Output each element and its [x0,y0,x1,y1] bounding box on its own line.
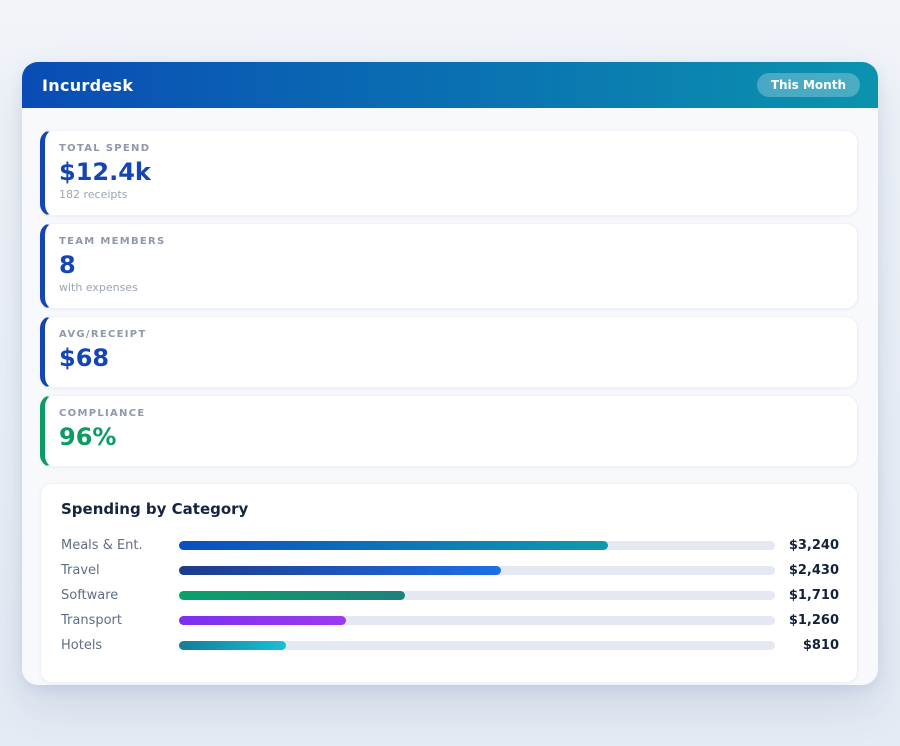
period-badge[interactable]: This Month [757,73,860,97]
app-header: Incurdesk This Month [22,62,878,108]
stat-label: TEAM MEMBERS [59,236,839,247]
bar-track [179,566,775,575]
bar-fill [179,566,501,575]
dashboard-panel: Incurdesk This Month TOTAL SPEND $12.4k … [22,62,878,685]
category-label: Transport [61,613,179,628]
category-label: Meals & Ent. [61,538,179,553]
bar-track [179,541,775,550]
stat-value: $68 [59,343,839,373]
stat-value: 8 [59,250,839,280]
category-row: Meals & Ent. $3,240 [61,533,839,558]
category-value: $810 [775,638,839,653]
category-row: Hotels $810 [61,633,839,658]
stat-card: TEAM MEMBERS 8 with expenses [40,223,858,309]
bar-track [179,641,775,650]
stat-value: $12.4k [59,157,839,187]
bar-track [179,616,775,625]
category-card: Spending by Category Meals & Ent. $3,240… [40,483,858,683]
stat-sublabel: 182 receipts [59,188,839,202]
bar-fill [179,591,405,600]
app-title: Incurdesk [42,76,133,95]
stat-label: COMPLIANCE [59,408,839,419]
category-row: Software $1,710 [61,583,839,608]
stat-card: AVG/RECEIPT $68 [40,316,858,388]
category-label: Hotels [61,638,179,653]
stats-list: TOTAL SPEND $12.4k 182 receipts TEAM MEM… [40,130,858,467]
bar-track [179,591,775,600]
panel-body: TOTAL SPEND $12.4k 182 receipts TEAM MEM… [22,108,878,705]
stat-label: TOTAL SPEND [59,143,839,154]
stat-label: AVG/RECEIPT [59,329,839,340]
category-label: Software [61,588,179,603]
stat-card: TOTAL SPEND $12.4k 182 receipts [40,130,858,216]
category-row: Transport $1,260 [61,608,839,633]
bar-fill [179,641,286,650]
category-title: Spending by Category [61,500,839,518]
bar-fill [179,616,346,625]
category-value: $3,240 [775,538,839,553]
category-rows: Meals & Ent. $3,240 Travel $2,430 Softwa… [61,533,839,658]
bar-fill [179,541,608,550]
stat-value: 96% [59,422,839,452]
page-background: Incurdesk This Month TOTAL SPEND $12.4k … [0,0,900,746]
category-value: $2,430 [775,563,839,578]
category-value: $1,710 [775,588,839,603]
category-row: Travel $2,430 [61,558,839,583]
stat-sublabel: with expenses [59,281,839,295]
category-label: Travel [61,563,179,578]
stat-card: COMPLIANCE 96% [40,395,858,467]
category-value: $1,260 [775,613,839,628]
